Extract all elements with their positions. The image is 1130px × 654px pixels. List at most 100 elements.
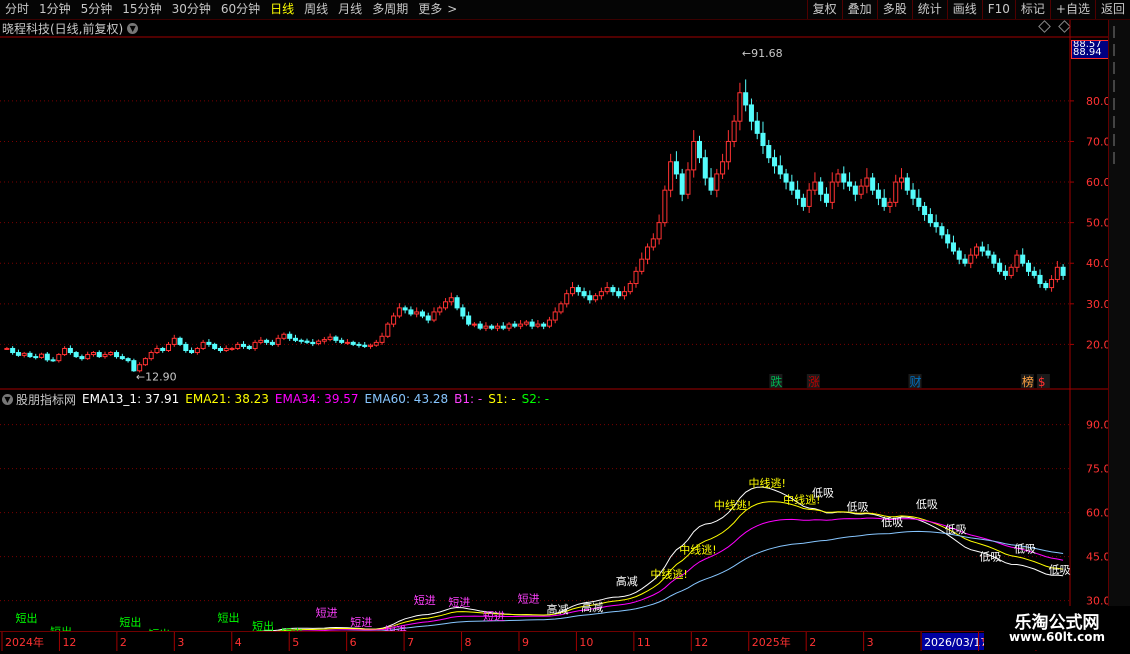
- candle-body: [870, 177, 876, 191]
- candle-body: [587, 295, 593, 301]
- candle-body: [945, 234, 951, 244]
- candle-body: [275, 337, 281, 345]
- candle-body: [339, 339, 345, 343]
- signal-label: 高减: [581, 600, 603, 614]
- candle-body: [673, 161, 679, 175]
- candle-body: [731, 120, 737, 142]
- event-marker[interactable]: 榜: [1022, 374, 1034, 389]
- event-marker[interactable]: 财: [910, 375, 922, 389]
- candle-body: [396, 307, 402, 317]
- candle-body: [743, 92, 749, 106]
- ema34-value: EMA34: 39.57: [274, 392, 359, 406]
- candle-body: [835, 173, 841, 183]
- candle-body: [616, 291, 622, 297]
- candle-body: [177, 337, 183, 345]
- candle-body: [489, 325, 495, 329]
- signal-label: 短出: [50, 624, 72, 631]
- candle-body: [962, 258, 968, 264]
- date-label: 11: [637, 636, 651, 649]
- candle-body: [645, 246, 651, 260]
- candle-body: [483, 325, 489, 329]
- candle-body: [38, 353, 45, 358]
- candle-body: [506, 323, 512, 329]
- event-marker[interactable]: 跌: [770, 374, 782, 389]
- candle-body: [500, 325, 506, 329]
- price-tick-label: 30.00: [1086, 298, 1108, 311]
- candle-body: [1002, 270, 1008, 276]
- signal-label: 短进: [414, 593, 436, 607]
- candle-body: [737, 92, 743, 122]
- candle-body: [229, 347, 235, 350]
- signal-label: 中线逃!: [749, 476, 786, 490]
- price-tick-label: 50.00: [1086, 217, 1108, 230]
- candle-body: [142, 358, 148, 366]
- indicator-name[interactable]: 股朋指标网: [16, 391, 76, 408]
- candle-body: [633, 270, 639, 285]
- candle-body: [414, 311, 420, 315]
- candle-body: [15, 352, 21, 356]
- candle-body: [985, 250, 991, 256]
- candle-body: [79, 356, 85, 360]
- right-side-scrollbar[interactable]: [1108, 20, 1130, 632]
- candle-body: [304, 340, 310, 343]
- candle-body: [292, 337, 298, 341]
- candle-body: [829, 181, 835, 203]
- candle-body: [114, 352, 120, 358]
- candle-body: [1037, 274, 1043, 285]
- candle-body: [569, 287, 576, 295]
- candle-body: [67, 347, 73, 354]
- high-price-label: ←91.68: [742, 47, 783, 60]
- candle-body: [183, 343, 189, 352]
- date-axis: 2024年 12 2 3 4 5 6 7 8 9 10 11 12 2025年 2 3 2026/03/17/二…: [0, 631, 1070, 651]
- ema13-line: [259, 486, 1064, 631]
- candle-body: [356, 343, 362, 346]
- date-label: 12: [62, 636, 76, 649]
- candle-body: [754, 120, 760, 134]
- signal-label: 短进: [316, 605, 338, 619]
- candle-body: [910, 189, 916, 199]
- candle-body: [881, 197, 887, 207]
- candle-body: [1025, 262, 1032, 272]
- signal-label: 低吸: [812, 487, 834, 500]
- candle-body: [402, 307, 408, 311]
- candle-body: [4, 347, 10, 350]
- event-marker[interactable]: 涨: [808, 374, 820, 389]
- signal-label: 低吸: [881, 516, 903, 529]
- candle-body: [968, 254, 974, 264]
- candle-body: [575, 287, 581, 293]
- candle-body: [448, 297, 454, 303]
- candle-body: [650, 238, 656, 248]
- ema34-line: [292, 517, 1064, 631]
- candle-body: [610, 287, 616, 293]
- candle-body: [904, 177, 910, 191]
- candle-body: [96, 352, 102, 358]
- chevron-down-icon[interactable]: ▼: [2, 393, 13, 405]
- signal-label: 短出: [218, 610, 240, 624]
- candle-body: [298, 339, 304, 342]
- date-label: 8: [465, 636, 472, 649]
- candle-body: [27, 352, 33, 358]
- candle-body: [443, 301, 449, 309]
- candle-body: [200, 341, 206, 349]
- candle-body: [621, 291, 627, 297]
- candle-body: [316, 340, 322, 345]
- candle-body: [518, 323, 524, 327]
- candle-body: [223, 347, 229, 351]
- candle-body: [408, 309, 414, 315]
- event-marker[interactable]: $: [1038, 375, 1046, 389]
- candle-body: [933, 222, 939, 228]
- signal-label: 短出: [252, 619, 274, 631]
- candle-body: [974, 246, 980, 256]
- candle-body: [385, 323, 391, 337]
- date-label: 5: [292, 636, 299, 649]
- candle-body: [541, 323, 547, 327]
- price-tick-label: 20.00: [1086, 338, 1108, 351]
- candle-body: [691, 140, 697, 171]
- signal-label: 低吸: [1014, 543, 1036, 556]
- candle-body: [194, 347, 200, 354]
- candle-body: [806, 189, 812, 207]
- ema21-value: EMA21: 38.23: [185, 392, 269, 406]
- main-chart-svg[interactable]: 80.0070.0060.0050.0040.0030.0020.00 短出短出…: [0, 0, 1108, 631]
- signal-label: 低吸: [847, 501, 869, 514]
- date-label: 3: [177, 636, 184, 649]
